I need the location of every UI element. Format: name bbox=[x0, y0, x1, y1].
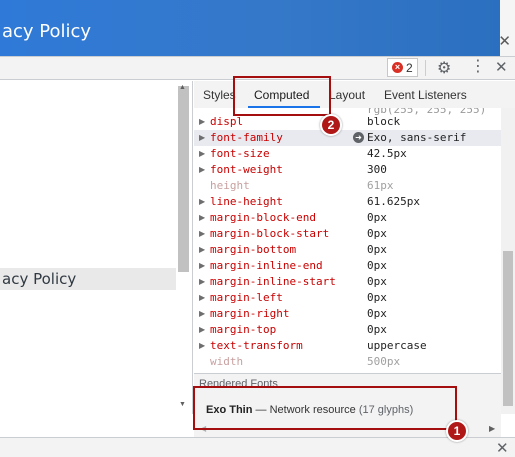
property-name: margin-inline-end bbox=[210, 259, 323, 272]
elements-scrollbar-thumb[interactable] bbox=[178, 86, 189, 272]
property-name: height bbox=[210, 179, 250, 192]
expand-arrow-icon[interactable]: ▶ bbox=[199, 338, 205, 354]
computed-property-row[interactable]: height 61px bbox=[194, 178, 501, 194]
expand-arrow-icon[interactable]: ▶ bbox=[199, 290, 205, 306]
computed-property-row[interactable]: ▶ line-height 61.625px bbox=[194, 194, 501, 210]
expand-arrow-icon[interactable]: ▶ bbox=[199, 194, 205, 210]
computed-property-row[interactable]: width 500px bbox=[194, 354, 501, 370]
drawer-bar bbox=[0, 437, 515, 457]
computed-property-row[interactable]: ▶ font-weight 300 bbox=[194, 162, 501, 178]
property-name: font-size bbox=[210, 147, 270, 160]
computed-property-row[interactable]: ▶ margin-inline-start 0px bbox=[194, 274, 501, 290]
computed-property-row[interactable]: ▶ margin-bottom 0px bbox=[194, 242, 501, 258]
computed-property-row[interactable]: ▶ margin-right 0px bbox=[194, 306, 501, 322]
property-name: margin-block-start bbox=[210, 227, 330, 240]
property-value: 42.5px bbox=[367, 147, 407, 160]
expand-arrow-icon[interactable]: ▶ bbox=[199, 162, 205, 178]
scroll-up-arrow-icon[interactable]: ▲ bbox=[179, 84, 186, 91]
expand-arrow-icon[interactable]: ▶ bbox=[199, 226, 205, 242]
annotation-box-computed bbox=[233, 76, 331, 116]
scroll-down-arrow-icon[interactable]: ▼ bbox=[179, 401, 186, 408]
elements-pane bbox=[0, 81, 193, 414]
page-banner: acy Policy bbox=[0, 0, 500, 60]
property-value: 0px bbox=[367, 243, 387, 256]
property-value: 61px bbox=[367, 179, 394, 192]
goto-source-icon[interactable]: ➜ bbox=[353, 132, 364, 143]
close-drawer-icon[interactable]: ✕ bbox=[496, 439, 509, 457]
expand-arrow-icon[interactable]: ▶ bbox=[199, 210, 205, 226]
property-name: text-transform bbox=[210, 339, 303, 352]
property-value: 500px bbox=[367, 355, 401, 368]
property-name: margin-top bbox=[210, 323, 277, 336]
property-name: width bbox=[210, 355, 244, 368]
property-name: displ bbox=[210, 115, 244, 128]
computed-property-row[interactable]: ▶ displ block bbox=[194, 114, 501, 130]
toolbar-divider bbox=[425, 60, 426, 76]
property-value: 0px bbox=[367, 211, 387, 224]
page-title: acy Policy bbox=[2, 21, 92, 42]
annotation-badge-2: 2 bbox=[320, 114, 342, 136]
computed-scrollbar-thumb[interactable] bbox=[503, 251, 513, 406]
property-name: margin-left bbox=[210, 291, 283, 304]
expand-arrow-icon[interactable]: ▶ bbox=[199, 274, 205, 290]
property-value: 0px bbox=[367, 307, 387, 320]
computed-property-row[interactable]: ▶ margin-top 0px bbox=[194, 322, 501, 338]
expand-arrow-icon[interactable]: ▶ bbox=[199, 146, 205, 162]
tab-styles[interactable]: Styles bbox=[203, 88, 236, 102]
gear-icon[interactable]: ⚙ bbox=[437, 58, 451, 78]
property-value: 0px bbox=[367, 323, 387, 336]
expand-arrow-icon[interactable]: ▶ bbox=[199, 306, 205, 322]
expand-arrow-icon[interactable]: ▶ bbox=[199, 322, 205, 338]
close-devtools-icon[interactable]: ✕ bbox=[495, 58, 508, 76]
property-value: block bbox=[367, 115, 401, 128]
computed-properties-list: rgb(255, 255, 255) ▶ displ block ▶ font-fami… bbox=[194, 108, 501, 372]
property-name: margin-inline-start bbox=[210, 275, 336, 288]
property-value: 0px bbox=[367, 275, 387, 288]
close-icon[interactable]: ✕ bbox=[498, 32, 511, 50]
error-counter-button[interactable]: × 2 bbox=[387, 58, 418, 77]
expand-arrow-icon[interactable]: ▶ bbox=[199, 258, 205, 274]
expand-arrow-icon[interactable]: ▶ bbox=[199, 242, 205, 258]
annotation-box-rendered-font bbox=[193, 386, 457, 430]
computed-property-row[interactable]: ▶ margin-inline-end 0px bbox=[194, 258, 501, 274]
error-count: 2 bbox=[406, 60, 413, 75]
computed-property-row[interactable]: ▶ margin-left 0px bbox=[194, 290, 501, 306]
property-value: uppercase bbox=[367, 339, 427, 352]
kebab-icon[interactable]: ⋮ bbox=[470, 58, 486, 76]
property-name: margin-bottom bbox=[210, 243, 297, 256]
property-name: margin-right bbox=[210, 307, 290, 320]
tab-overflow bbox=[499, 82, 515, 108]
scroll-right-arrow-icon[interactable]: ▶ bbox=[489, 424, 495, 433]
property-value: 61.625px bbox=[367, 195, 420, 208]
property-name: margin-block-end bbox=[210, 211, 316, 224]
computed-property-row[interactable]: ▶ margin-block-start 0px bbox=[194, 226, 501, 242]
computed-property-row[interactable]: ▶ font-family ➜ Exo, sans-serif bbox=[194, 130, 501, 146]
computed-property-row[interactable]: ▶ margin-block-end 0px bbox=[194, 210, 501, 226]
property-value: 0px bbox=[367, 259, 387, 272]
property-value: 0px bbox=[367, 291, 387, 304]
expand-arrow-icon[interactable]: ▶ bbox=[199, 130, 205, 146]
error-icon: × bbox=[392, 62, 403, 73]
property-value: 0px bbox=[367, 227, 387, 240]
window-edge bbox=[500, 0, 515, 60]
computed-property-row[interactable]: ▶ font-size 42.5px bbox=[194, 146, 501, 162]
property-value: 300 bbox=[367, 163, 387, 176]
annotation-badge-1: 1 bbox=[446, 420, 468, 442]
property-name: line-height bbox=[210, 195, 283, 208]
computed-property-row[interactable]: ▶ text-transform uppercase bbox=[194, 338, 501, 354]
tab-event-listeners[interactable]: Event Listeners bbox=[384, 88, 467, 102]
property-value: Exo, sans-serif bbox=[367, 131, 467, 144]
selected-node-text: acy Policy bbox=[2, 270, 77, 288]
property-name: font-weight bbox=[210, 163, 283, 176]
tab-layout[interactable]: Layout bbox=[329, 88, 365, 102]
property-name: font-family bbox=[210, 131, 283, 144]
expand-arrow-icon[interactable]: ▶ bbox=[199, 114, 205, 130]
